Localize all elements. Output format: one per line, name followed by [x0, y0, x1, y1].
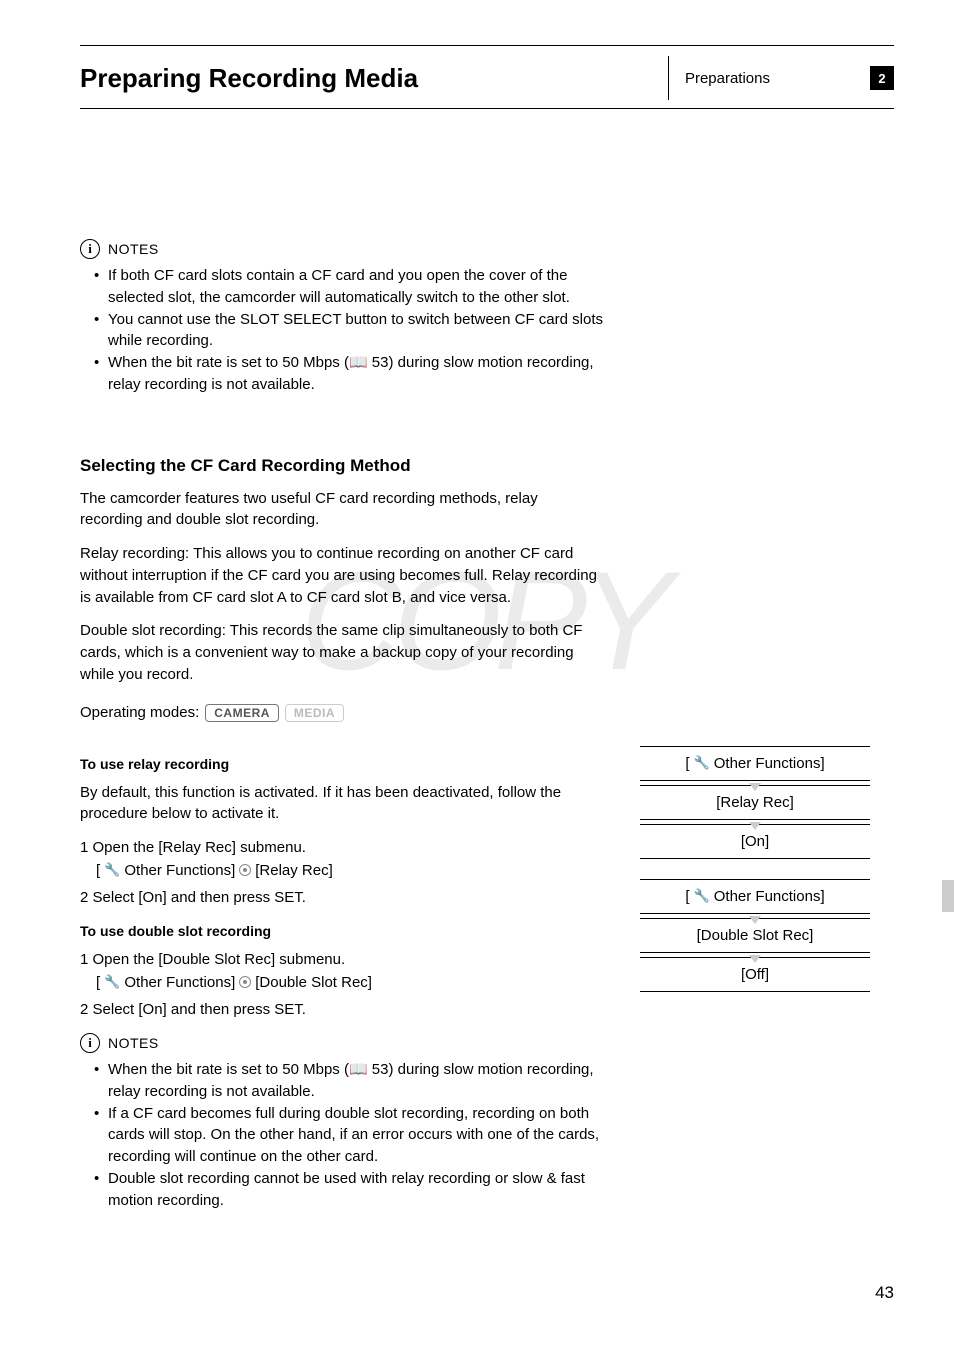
- notes-list-1: If both CF card slots contain a CF card …: [94, 265, 894, 396]
- menu-arrow-icon: [640, 953, 870, 957]
- step-detail: [🔧 Other Functions] [Double Slot Rec]: [96, 974, 600, 991]
- header-bottom-rule: [80, 108, 894, 109]
- wrench-icon: 🔧: [694, 888, 710, 904]
- note-item: You cannot use the SLOT SELECT button to…: [94, 309, 614, 353]
- info-icon: i: [80, 239, 100, 259]
- menu-arrow-icon: [640, 820, 870, 824]
- page-number: 43: [875, 1283, 894, 1303]
- circle-icon: [239, 864, 251, 876]
- operating-modes: Operating modes: CAMERA MEDIA: [80, 704, 894, 722]
- notes-label: NOTES: [108, 1035, 159, 1051]
- step: 2 Select [On] and then press SET.: [80, 887, 600, 910]
- menu-box-relay: [🔧 Other Functions] [Relay Rec] [On]: [640, 746, 870, 859]
- note-item: If both CF card slots contain a CF card …: [94, 265, 614, 309]
- section-heading: Selecting the CF Card Recording Method: [80, 456, 894, 476]
- page-title: Preparing Recording Media: [80, 63, 418, 94]
- header-top-rule: [80, 45, 894, 46]
- menu-arrow-icon: [640, 914, 870, 918]
- step-detail: [🔧 Other Functions] [Relay Rec]: [96, 862, 600, 879]
- info-icon: i: [80, 1033, 100, 1053]
- notes-header-2: i NOTES: [80, 1033, 600, 1053]
- note-item: If a CF card becomes full during double …: [94, 1103, 600, 1168]
- menu-row: [🔧 Other Functions]: [640, 746, 870, 781]
- notes-label: NOTES: [108, 241, 159, 257]
- note-item: When the bit rate is set to 50 Mbps (📖 5…: [94, 352, 614, 396]
- step: 1 Open the [Double Slot Rec] submenu.: [80, 949, 600, 972]
- notes-header-1: i NOTES: [80, 239, 894, 259]
- mode-badge-media: MEDIA: [285, 704, 344, 722]
- subheading-double: To use double slot recording: [80, 923, 600, 939]
- body-text: The camcorder features two useful CF car…: [80, 488, 600, 532]
- step: 1 Open the [Relay Rec] submenu.: [80, 837, 600, 860]
- notes-list-2: When the bit rate is set to 50 Mbps (📖 5…: [94, 1059, 600, 1211]
- wrench-icon: 🔧: [104, 862, 120, 878]
- operating-modes-label: Operating modes:: [80, 704, 199, 721]
- menu-row: [🔧 Other Functions]: [640, 879, 870, 914]
- circle-icon: [239, 976, 251, 988]
- note-item: Double slot recording cannot be used wit…: [94, 1168, 600, 1212]
- body-text: Double slot recording: This records the …: [80, 620, 600, 685]
- note-item: When the bit rate is set to 50 Mbps (📖 5…: [94, 1059, 600, 1103]
- step: 2 Select [On] and then press SET.: [80, 999, 600, 1022]
- menu-box-double: [🔧 Other Functions] [Double Slot Rec] [O…: [640, 879, 870, 992]
- chapter-number: 2: [870, 66, 894, 90]
- body-text: Relay recording: This allows you to cont…: [80, 543, 600, 608]
- wrench-icon: 🔧: [104, 974, 120, 990]
- breadcrumb: Preparations: [685, 70, 770, 87]
- body-text: By default, this function is activated. …: [80, 782, 600, 826]
- menu-arrow-icon: [640, 781, 870, 785]
- header-divider: [668, 56, 669, 100]
- subheading-relay: To use relay recording: [80, 756, 600, 772]
- page-header: Preparing Recording Media Preparations 2: [80, 56, 894, 100]
- wrench-icon: 🔧: [694, 755, 710, 771]
- mode-badge-camera: CAMERA: [205, 704, 279, 722]
